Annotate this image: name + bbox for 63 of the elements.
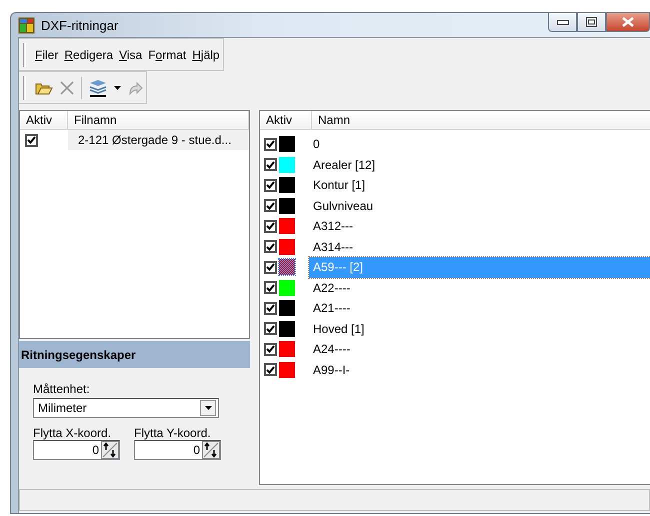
color-swatch[interactable] — [279, 218, 295, 234]
minimize-button[interactable] — [548, 13, 577, 32]
color-swatch[interactable] — [279, 341, 295, 358]
unit-dropdown[interactable]: Milimeter — [33, 398, 219, 418]
checkbox[interactable] — [264, 199, 277, 212]
color-swatch[interactable] — [279, 320, 295, 337]
spin-arrows-icon[interactable] — [101, 441, 119, 459]
checkbox[interactable] — [264, 220, 277, 233]
spin-arrows-icon[interactable] — [202, 441, 220, 459]
menu-item[interactable]: Format — [145, 48, 190, 62]
checkbox[interactable] — [264, 260, 277, 274]
layer-name[interactable]: 0 — [309, 134, 650, 154]
checkbox[interactable] — [264, 342, 277, 356]
app-icon — [18, 16, 35, 34]
layer-name[interactable]: Arealer [12] — [309, 154, 650, 175]
y-offset-field[interactable]: 0 — [134, 440, 221, 460]
section-header: Ritningsegenskaper — [19, 341, 250, 368]
maximize-icon — [586, 17, 597, 27]
menu-item[interactable]: Filer — [32, 48, 62, 62]
color-swatch[interactable] — [279, 136, 295, 152]
checkbox[interactable] — [264, 158, 277, 172]
color-swatch[interactable] — [279, 156, 295, 173]
file-name[interactable]: 2-121 Østergade 9 - stue.d... — [68, 130, 249, 150]
color-swatch[interactable] — [279, 259, 295, 276]
checkbox[interactable] — [264, 302, 277, 315]
color-swatch[interactable] — [279, 362, 295, 378]
checkbox[interactable] — [25, 134, 38, 146]
menu-item[interactable]: Hjälp — [189, 48, 223, 62]
checkbox[interactable] — [264, 138, 277, 151]
layer-name[interactable]: A99--I- — [309, 360, 650, 380]
maximize-button[interactable] — [577, 13, 606, 32]
checkbox[interactable] — [264, 240, 277, 254]
color-swatch[interactable] — [279, 177, 295, 194]
color-swatch[interactable] — [279, 198, 295, 214]
column-header[interactable]: Aktiv — [260, 111, 312, 129]
column-header[interactable]: Filnamn — [68, 111, 249, 129]
layer-name[interactable]: A314--- — [309, 236, 650, 257]
checkbox[interactable] — [264, 178, 277, 192]
layer-name[interactable]: A312--- — [309, 216, 650, 236]
layer-name[interactable]: Gulvniveau — [309, 196, 650, 216]
menu-item[interactable]: Visa — [116, 48, 146, 62]
checkbox[interactable] — [264, 363, 277, 376]
checkbox[interactable] — [264, 322, 277, 336]
x-offset-label: Flytta X-koord. — [33, 426, 112, 440]
unit-label: Måttenhet: — [33, 382, 91, 396]
column-header[interactable]: Aktiv — [20, 111, 68, 129]
layer-name[interactable]: Kontur [1] — [309, 175, 650, 196]
close-button[interactable] — [606, 13, 650, 32]
caret-icon[interactable] — [200, 400, 216, 416]
color-swatch[interactable] — [279, 300, 295, 316]
window-title: DXF-ritningar — [41, 18, 118, 32]
close-icon — [622, 17, 634, 27]
layer-name[interactable]: Hoved [1] — [309, 318, 650, 339]
y-offset-label: Flytta Y-koord. — [134, 426, 212, 440]
minimize-icon — [556, 20, 568, 24]
color-swatch[interactable] — [279, 280, 295, 296]
checkbox[interactable] — [264, 281, 277, 294]
layer-name[interactable]: A21---- — [309, 298, 650, 318]
layer-name[interactable]: A24---- — [309, 339, 650, 360]
x-offset-field[interactable]: 0 — [33, 440, 120, 460]
layer-name[interactable]: A22---- — [309, 278, 650, 298]
menu-item[interactable]: Redigera — [61, 48, 116, 62]
color-swatch[interactable] — [279, 238, 295, 255]
